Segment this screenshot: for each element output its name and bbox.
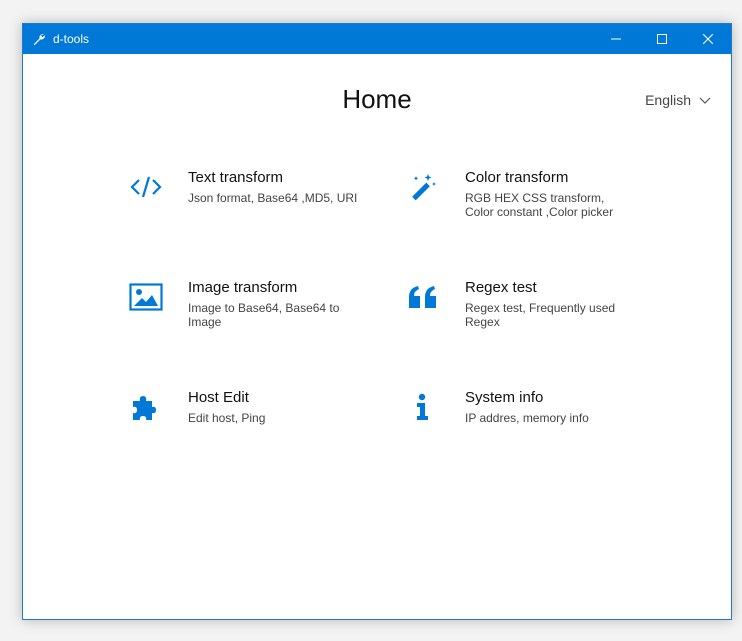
tool-description: IP addres, memory info <box>465 411 589 425</box>
language-label: English <box>645 92 691 108</box>
app-window: d-tools Home English Text transform Json… <box>22 23 732 620</box>
tool-card-text-transform[interactable]: Text transform Json format, Base64 ,MD5,… <box>128 169 368 249</box>
tool-description: RGB HEX CSS transform, Color constant ,C… <box>465 191 614 219</box>
close-button[interactable] <box>685 24 731 54</box>
tool-title: Host Edit <box>188 389 249 406</box>
wrench-icon <box>31 31 47 47</box>
image-icon <box>128 279 164 315</box>
tool-title: Text transform <box>188 169 284 186</box>
tool-description: Image to Base64, Base64 to Image <box>188 301 340 329</box>
puzzle-icon <box>128 389 164 425</box>
tool-title: Image transform <box>188 279 298 296</box>
tool-card-host-edit[interactable]: Host Edit Edit host, Ping <box>128 389 368 469</box>
magic-wand-icon <box>405 169 441 205</box>
tool-card-regex-test[interactable]: Regex test Regex test, Frequently used R… <box>405 279 645 359</box>
code-icon <box>128 169 164 205</box>
page-title: Home <box>342 84 412 114</box>
chevron-down-icon <box>699 92 711 108</box>
title-bar[interactable]: d-tools <box>23 24 731 54</box>
language-selector[interactable]: English <box>645 92 711 108</box>
minimize-button[interactable] <box>593 24 639 54</box>
info-icon <box>405 389 441 425</box>
tool-card-system-info[interactable]: System info IP addres, memory info <box>405 389 645 469</box>
tool-description: Json format, Base64 ,MD5, URI <box>188 191 358 205</box>
maximize-button[interactable] <box>639 24 685 54</box>
tool-title: System info <box>465 389 544 406</box>
tool-card-color-transform[interactable]: Color transform RGB HEX CSS transform, C… <box>405 169 645 249</box>
tool-description: Edit host, Ping <box>188 411 266 425</box>
quote-icon <box>405 279 441 315</box>
window-title: d-tools <box>53 32 90 46</box>
tool-card-image-transform[interactable]: Image transform Image to Base64, Base64 … <box>128 279 368 359</box>
tool-title: Regex test <box>465 279 537 296</box>
tool-description: Regex test, Frequently used Regex <box>465 301 616 329</box>
home-page: Home English Text transform Json format,… <box>23 54 731 619</box>
tool-title: Color transform <box>465 169 569 186</box>
